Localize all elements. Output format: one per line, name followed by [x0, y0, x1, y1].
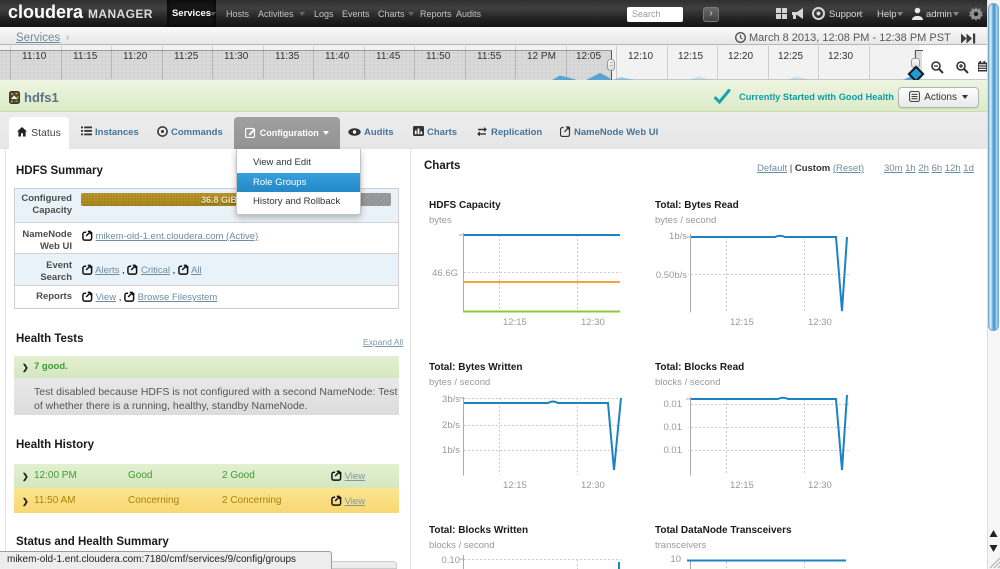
svg-text:12:15: 12:15 — [730, 480, 754, 491]
svg-text:12:15: 12:15 — [730, 317, 754, 328]
svg-text:12:15: 12:15 — [503, 317, 527, 328]
svg-text:12:15: 12:15 — [503, 480, 527, 491]
svg-text:12:30: 12:30 — [581, 317, 605, 328]
svg-text:12:30: 12:30 — [581, 480, 605, 491]
svg-text:12:30: 12:30 — [808, 480, 832, 491]
svg-text:12:30: 12:30 — [808, 317, 832, 328]
